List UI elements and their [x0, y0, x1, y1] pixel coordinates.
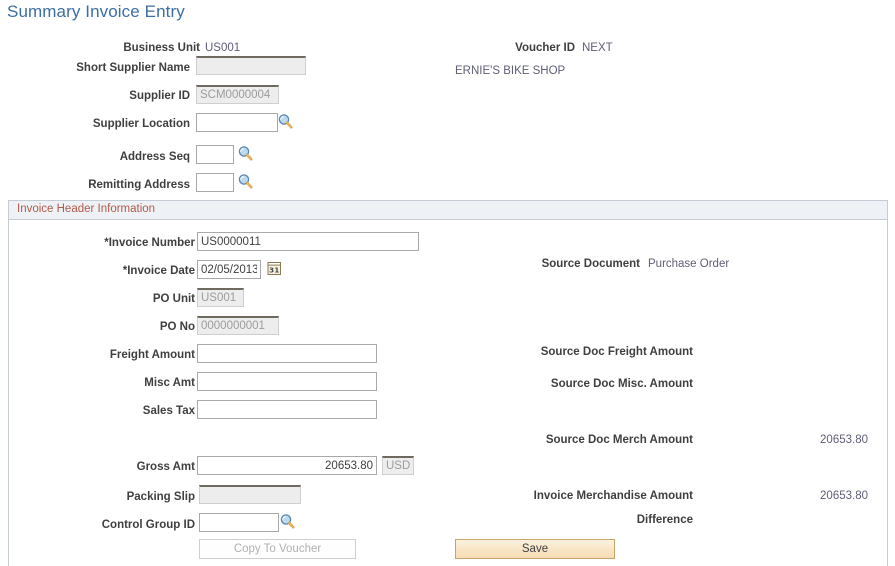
- source-doc-freight-amount-label: Source Doc Freight Amount: [540, 346, 693, 358]
- currency-field[interactable]: [382, 456, 414, 475]
- address-seq-magnifier-icon[interactable]: [237, 145, 254, 162]
- misc-amt-label: Misc Amt: [144, 377, 195, 389]
- control-group-id-label: Control Group ID: [101, 519, 195, 531]
- invoice-number-field[interactable]: [197, 232, 419, 251]
- po-no-field[interactable]: [197, 316, 279, 335]
- calendar-icon[interactable]: 31: [267, 261, 282, 276]
- address-seq-label: Address Seq: [119, 151, 190, 163]
- address-seq-field[interactable]: [196, 145, 234, 164]
- source-doc-merch-amount-value: 20653.80: [820, 434, 868, 446]
- packing-slip-field[interactable]: [199, 485, 301, 504]
- short-supplier-name-field[interactable]: [196, 56, 306, 75]
- invoice-header-group-label: Invoice Header Information: [17, 203, 156, 215]
- save-button[interactable]: Save: [455, 539, 615, 559]
- supplier-name-text: ERNIE'S BIKE SHOP: [455, 65, 566, 77]
- summary-invoice-entry-page: Summary Invoice Entry Business Unit US00…: [0, 0, 895, 566]
- source-doc-misc-amount-label: Source Doc Misc. Amount: [550, 378, 693, 390]
- sales-tax-label: Sales Tax: [142, 405, 195, 417]
- freight-amount-label: Freight Amount: [109, 349, 195, 361]
- misc-amt-field[interactable]: [197, 372, 377, 391]
- supplier-id-field[interactable]: [196, 85, 279, 104]
- remitting-address-magnifier-icon[interactable]: [237, 173, 254, 190]
- invoice-date-field[interactable]: [197, 260, 261, 279]
- remitting-address-field[interactable]: [196, 173, 234, 192]
- control-group-id-field[interactable]: [199, 513, 279, 532]
- remitting-address-label: Remitting Address: [88, 179, 190, 191]
- business-unit-label: Business Unit: [123, 42, 200, 54]
- control-group-id-magnifier-icon[interactable]: [279, 513, 296, 530]
- po-unit-label: PO Unit: [152, 293, 195, 305]
- gross-amt-field[interactable]: [197, 456, 377, 475]
- supplier-location-magnifier-icon[interactable]: [277, 113, 294, 130]
- voucher-id-value: NEXT: [582, 42, 613, 54]
- source-doc-merch-amount-label: Source Doc Merch Amount: [545, 434, 693, 446]
- supplier-location-label: Supplier Location: [92, 118, 190, 130]
- supplier-location-field[interactable]: [196, 113, 278, 132]
- sales-tax-field[interactable]: [197, 400, 377, 419]
- svg-text:31: 31: [269, 266, 279, 275]
- invoice-date-label: *Invoice Date: [122, 265, 195, 277]
- business-unit-value: US001: [205, 42, 241, 54]
- freight-amount-field[interactable]: [197, 344, 377, 363]
- page-title: Summary Invoice Entry: [7, 2, 185, 21]
- invoice-number-label: *Invoice Number: [104, 237, 195, 249]
- difference-label: Difference: [636, 514, 693, 526]
- po-unit-field[interactable]: [197, 288, 244, 307]
- po-no-label: PO No: [159, 321, 195, 333]
- packing-slip-label: Packing Slip: [126, 491, 195, 503]
- voucher-id-label: Voucher ID: [515, 42, 575, 54]
- source-document-value: Purchase Order: [648, 258, 730, 270]
- invoice-merchandise-amount-label: Invoice Merchandise Amount: [533, 490, 693, 502]
- gross-amt-label: Gross Amt: [136, 461, 195, 473]
- short-supplier-name-label: Short Supplier Name: [76, 62, 190, 74]
- supplier-id-label: Supplier ID: [129, 90, 190, 102]
- invoice-merchandise-amount-value: 20653.80: [820, 490, 868, 502]
- copy-to-voucher-button[interactable]: Copy To Voucher: [199, 539, 356, 559]
- source-document-label: Source Document: [541, 258, 640, 270]
